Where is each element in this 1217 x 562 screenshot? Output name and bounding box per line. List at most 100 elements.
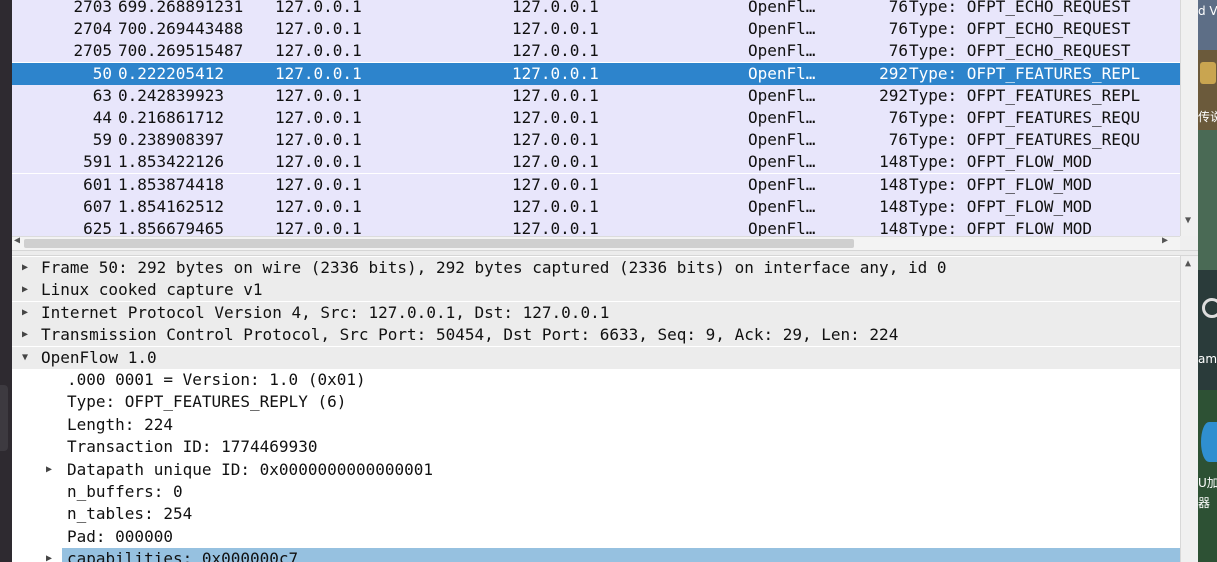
detail-text: n_tables: 254 <box>67 504 193 524</box>
expand-arrow-icon[interactable]: ▶ <box>22 258 28 278</box>
packet-cell-src: 127.0.0.1 <box>275 85 362 105</box>
packet-cell-time: 700.269515487 <box>118 41 244 61</box>
packet-cell-src: 127.0.0.1 <box>275 219 362 236</box>
game-app-icon[interactable] <box>1200 62 1216 84</box>
detail-field-row[interactable]: Pad: 000000 <box>12 526 1180 548</box>
packet-row[interactable]: 59 0.238908397 127.0.0.1 127.0.0.1 OpenFl… 76… <box>12 129 1180 152</box>
packet-row[interactable]: 591 1.853422126 127.0.0.1 127.0.0.1 OpenFl… 1… <box>12 151 1180 174</box>
packet-cell-proto: OpenFl… <box>748 63 816 83</box>
packet-cell-dst: 127.0.0.1 <box>512 85 599 105</box>
packet-cell-dst: 127.0.0.1 <box>512 108 599 127</box>
packet-cell-info: Type: OFPT_ECHO_REQUEST <box>909 19 1131 39</box>
detail-field-row[interactable]: ▶ Datapath unique ID: 0x0000000000000001 <box>12 459 1180 481</box>
packet-cell-len: 148 <box>879 174 908 194</box>
packet-cell-dst: 127.0.0.1 <box>512 219 599 236</box>
detail-text: n_buffers: 0 <box>67 482 183 501</box>
packet-cell-src: 127.0.0.1 <box>275 0 362 16</box>
detail-field-row[interactable]: Type: OFPT_FEATURES_REPLY (6) <box>12 391 1180 413</box>
packet-row[interactable]: 2705 700.269515487 127.0.0.1 127.0.0.1 OpenF… <box>12 40 1180 63</box>
packet-cell-proto: OpenFl… <box>748 196 816 216</box>
collapse-arrow-icon[interactable]: ▼ <box>22 348 28 368</box>
expand-arrow-icon[interactable]: ▶ <box>46 460 52 480</box>
scroll-left-arrow-icon[interactable]: ◀ <box>14 235 20 246</box>
packet-cell-len: 76 <box>888 108 908 127</box>
packet-cell-time: 699.268891231 <box>118 0 244 16</box>
packet-cell-dst: 127.0.0.1 <box>512 174 599 194</box>
scrollbar-corner <box>1180 236 1198 250</box>
packet-cell-len: 292 <box>879 63 908 83</box>
packet-cell-dst: 127.0.0.1 <box>512 130 599 150</box>
packet-row[interactable]: 50 0.222205412 127.0.0.1 127.0.0.1 OpenFl… 29… <box>12 62 1180 85</box>
detail-section-row[interactable]: ▶ Linux cooked capture v1 <box>12 279 1180 302</box>
packet-cell-proto: OpenFl… <box>748 108 816 127</box>
detail-text: Frame 50: 292 bytes on wire (2336 bits),… <box>41 258 947 277</box>
detail-text: Transmission Control Protocol, Src Port:… <box>41 325 899 345</box>
shield-app-icon[interactable] <box>1201 422 1217 462</box>
detail-field-row[interactable]: n_tables: 254 <box>12 503 1180 525</box>
detail-field-row[interactable]: Transaction ID: 1774469930 <box>12 436 1180 458</box>
scroll-up-arrow-icon[interactable]: ▲ <box>1185 258 1191 269</box>
packet-cell-no: 2703 <box>73 0 112 16</box>
detail-text: Length: 224 <box>67 414 173 434</box>
packet-row[interactable]: 63 0.242839923 127.0.0.1 127.0.0.1 OpenFl… 29… <box>12 84 1180 107</box>
desktop-label[interactable]: d V <box>1198 4 1217 18</box>
expand-arrow-icon[interactable]: ▶ <box>46 549 52 562</box>
detail-text: Type: OFPT_FEATURES_REPLY (6) <box>67 392 347 412</box>
packet-row[interactable]: 44 0.216861712 127.0.0.1 127.0.0.1 OpenFl… 76… <box>12 107 1180 129</box>
packet-cell-no: 601 <box>83 174 112 194</box>
desktop-label[interactable]: am <box>1198 352 1217 366</box>
detail-field-row[interactable]: .000 0001 = Version: 1.0 (0x01) <box>12 369 1180 391</box>
packet-cell-info: Type: OFPT_FLOW_MOD <box>909 174 1093 194</box>
expand-arrow-icon[interactable]: ▶ <box>22 303 28 323</box>
packet-cell-src: 127.0.0.1 <box>275 174 362 194</box>
desktop-label[interactable]: 传说 <box>1198 108 1217 125</box>
packet-cell-no: 625 <box>83 219 112 236</box>
packet-cell-proto: OpenFl… <box>748 19 816 39</box>
detail-section-row[interactable]: ▶ Internet Protocol Version 4, Src: 127.0… <box>12 301 1180 324</box>
packet-cell-info: Type: OFPT_FEATURES_REPL <box>909 63 1141 83</box>
detail-text: Pad: 000000 <box>67 526 173 546</box>
packet-cell-time: 0.242839923 <box>118 85 224 105</box>
desktop-label[interactable]: U加 <box>1198 474 1217 491</box>
packet-cell-len: 148 <box>879 196 908 216</box>
packet-row[interactable]: 2704 700.269443488 127.0.0.1 127.0.0.1 OpenF… <box>12 18 1180 41</box>
packet-row[interactable]: 607 1.854162512 127.0.0.1 127.0.0.1 OpenFl… 1… <box>12 195 1180 218</box>
packet-cell-time: 0.222205412 <box>118 63 224 83</box>
detail-field-row[interactable]: ▶ capabilities: 0x000000c7 <box>46 548 1180 562</box>
detail-text: .000 0001 = Version: 1.0 (0x01) <box>67 370 366 389</box>
expand-arrow-icon[interactable]: ▶ <box>22 280 28 300</box>
packet-cell-no: 607 <box>83 196 112 216</box>
desktop-background: d V 传说 am U加 器 <box>1198 0 1217 562</box>
detail-field-row[interactable]: n_buffers: 0 <box>12 481 1180 503</box>
packet-cell-no: 59 <box>92 130 112 150</box>
packet-list-horizontal-scrollbar[interactable]: ◀ ▶ <box>12 235 1180 250</box>
packet-cell-time: 1.853874418 <box>118 174 224 194</box>
scroll-down-arrow-icon[interactable]: ▼ <box>1185 215 1191 226</box>
desktop-dock-edge <box>0 385 8 451</box>
details-vertical-scrollbar[interactable]: ▲ <box>1180 256 1198 562</box>
packet-cell-no: 2704 <box>73 19 112 39</box>
scroll-right-arrow-icon[interactable]: ▶ <box>1162 235 1168 246</box>
packet-cell-info: Type: OFPT_FLOW_MOD <box>909 196 1093 216</box>
packet-cell-proto: OpenFl… <box>748 41 816 61</box>
packet-cell-src: 127.0.0.1 <box>275 108 362 127</box>
steam-app-icon[interactable] <box>1202 298 1217 318</box>
detail-section-row[interactable]: ▶ Transmission Control Protocol, Src Port… <box>12 324 1180 347</box>
detail-section-row[interactable]: ▼ OpenFlow 1.0 <box>12 346 1180 369</box>
packet-cell-info: Type: OFPT_FLOW_MOD <box>909 152 1093 172</box>
packet-row[interactable]: 2703 699.268891231 127.0.0.1 127.0.0.1 OpenF… <box>12 0 1180 18</box>
desktop-label[interactable]: 器 <box>1198 494 1210 511</box>
packet-row[interactable]: 625 1.856679465 127.0.0.1 127.0.0.1 OpenFl… 1… <box>12 218 1180 236</box>
detail-section-row[interactable]: ▶ Frame 50: 292 bytes on wire (2336 bits)… <box>12 257 1180 279</box>
packet-cell-time: 1.856679465 <box>118 219 224 236</box>
packet-cell-dst: 127.0.0.1 <box>512 196 599 216</box>
packet-cell-len: 76 <box>888 130 908 150</box>
expand-arrow-icon[interactable]: ▶ <box>22 325 28 345</box>
packet-row[interactable]: 601 1.853874418 127.0.0.1 127.0.0.1 OpenFl… 1… <box>12 173 1180 196</box>
left-desktop-edge <box>0 0 12 562</box>
packet-cell-no: 50 <box>92 63 112 83</box>
detail-text: Transaction ID: 1774469930 <box>67 437 318 457</box>
horizontal-scroll-thumb[interactable] <box>24 239 854 248</box>
detail-field-row[interactable]: Length: 224 <box>12 414 1180 436</box>
packet-list-vertical-scrollbar[interactable]: ▼ <box>1180 0 1198 236</box>
